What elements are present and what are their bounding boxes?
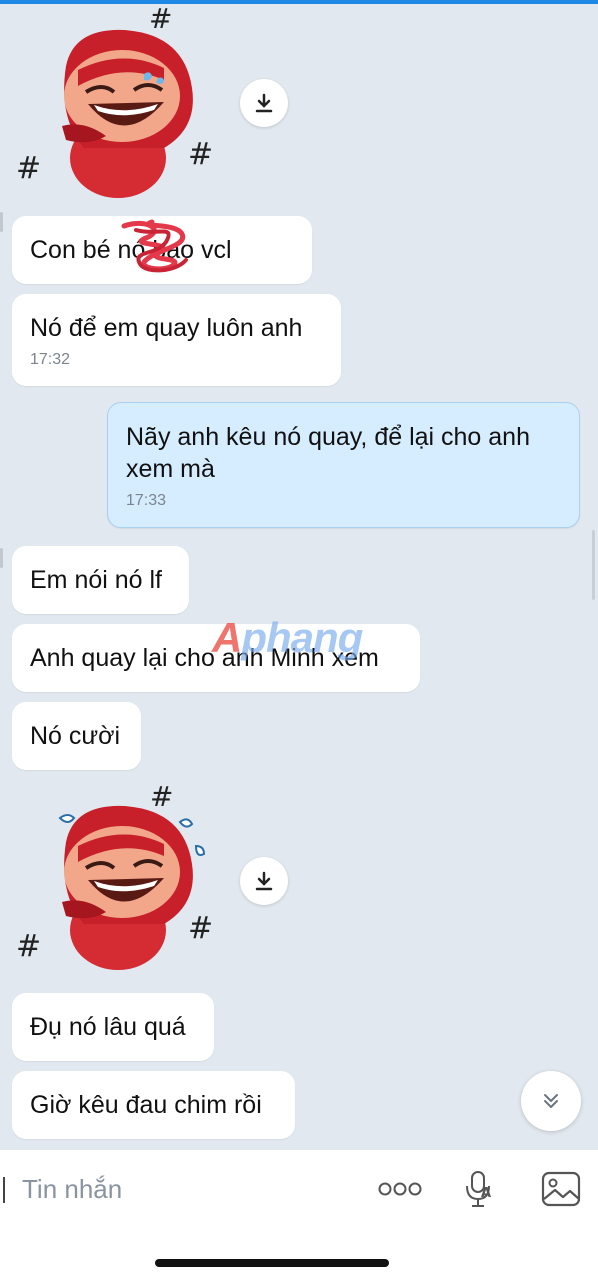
gallery-icon (541, 1171, 581, 1207)
chat-area: # # # Con bé nó bạo vcl Nó để em quay lu… (0, 0, 598, 1148)
scroll-to-bottom-button[interactable] (521, 1071, 581, 1131)
message-text: Nãy anh kêu nó quay, để lại cho anh xem … (126, 423, 530, 483)
message-text: Nó cười (30, 722, 121, 750)
voice-to-text-button[interactable]: A (458, 1166, 500, 1212)
incoming-message[interactable]: Em nói nó lf (12, 546, 189, 614)
message-time: 17:32 (30, 351, 71, 368)
svg-text:#: # (149, 8, 172, 35)
download-button[interactable] (240, 79, 288, 127)
message-time: 17:33 (126, 492, 167, 509)
more-dots-icon (378, 1182, 422, 1196)
gallery-button[interactable] (538, 1168, 584, 1210)
download-button[interactable] (240, 857, 288, 905)
svg-text:#: # (188, 911, 213, 946)
svg-text:#: # (16, 151, 41, 186)
voice-to-text-icon: A (466, 1171, 491, 1207)
edge-marker (0, 548, 3, 568)
chevron-double-down-icon (544, 1094, 558, 1108)
incoming-message[interactable]: Đụ nó lâu quá (12, 993, 214, 1061)
sticker-laughing-girl[interactable]: # # # (14, 780, 224, 976)
edge-marker (0, 212, 3, 232)
svg-text:#: # (16, 929, 41, 964)
download-icon (255, 93, 273, 113)
svg-text:A: A (481, 1186, 491, 1201)
download-icon (255, 871, 273, 891)
outgoing-message[interactable]: Nãy anh kêu nó quay, để lại cho anh xem … (107, 402, 580, 528)
chat-scrollbar[interactable] (592, 530, 595, 600)
text-cursor (3, 1177, 5, 1203)
message-text: Giờ kêu đau chim rồi (30, 1091, 262, 1119)
svg-text:#: # (188, 137, 213, 172)
redaction-scribble (121, 219, 188, 273)
sticker-laughing-girl[interactable]: # # # (14, 8, 224, 204)
svg-text:#: # (150, 780, 173, 813)
watermark-logo: Aphang (212, 614, 363, 661)
incoming-message[interactable]: Nó để em quay luôn anh 17:32 (12, 294, 341, 386)
incoming-message[interactable]: Giờ kêu đau chim rồi (12, 1071, 295, 1139)
incoming-message[interactable]: Nó cười (12, 702, 141, 770)
message-input[interactable]: Tin nhắn (22, 1172, 122, 1206)
home-indicator[interactable] (155, 1259, 389, 1267)
more-options-button[interactable] (374, 1172, 426, 1206)
message-text: Em nói nó lf (30, 566, 163, 594)
message-text: Đụ nó lâu quá (30, 1013, 186, 1041)
message-text: Nó để em quay luôn anh (30, 314, 303, 342)
